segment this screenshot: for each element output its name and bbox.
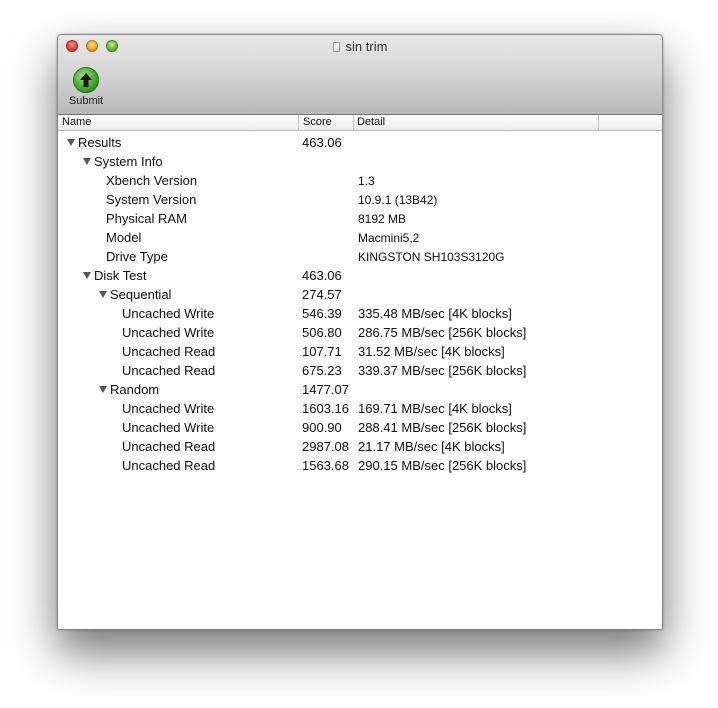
table-row[interactable]: Uncached Write 900.90 288.41 MB/sec [256K … bbox=[58, 419, 662, 438]
column-header-name[interactable]: Name bbox=[62, 116, 91, 128]
row-detail: 169.71 MB/sec [4K blocks] bbox=[358, 401, 512, 416]
row-detail: 21.17 MB/sec [4K blocks] bbox=[358, 439, 505, 454]
document-icon bbox=[332, 42, 340, 52]
row-name: Model bbox=[106, 230, 142, 245]
row-name: Results bbox=[78, 135, 122, 150]
row-name: Uncached Write bbox=[122, 420, 215, 435]
row-score: 900.90 bbox=[302, 420, 342, 435]
row-detail: 339.37 MB/sec [256K blocks] bbox=[358, 363, 527, 378]
table-row[interactable]: Uncached Write 546.39 335.48 MB/sec [4K bl… bbox=[58, 305, 662, 324]
column-divider[interactable] bbox=[298, 115, 299, 130]
outline-group-row[interactable]: Results 463.06 bbox=[58, 134, 662, 153]
disclosure-triangle-icon[interactable] bbox=[99, 291, 107, 298]
window-title: sin trim bbox=[58, 39, 662, 54]
row-name: Uncached Read bbox=[122, 458, 216, 473]
outline-group-row[interactable]: Sequential 274.57 bbox=[58, 286, 662, 305]
disclosure-triangle-icon[interactable] bbox=[99, 386, 107, 393]
row-score: 675.23 bbox=[302, 363, 342, 378]
row-detail: 10.9.1 (13B42) bbox=[358, 193, 438, 207]
row-detail: KINGSTON SH103S3120G bbox=[358, 250, 505, 264]
row-detail: 290.15 MB/sec [256K blocks] bbox=[358, 458, 527, 473]
column-header-score[interactable]: Score bbox=[303, 116, 332, 128]
row-detail: 288.41 MB/sec [256K blocks] bbox=[358, 420, 527, 435]
column-header-detail[interactable]: Detail bbox=[357, 116, 385, 128]
row-name: Uncached Read bbox=[122, 363, 216, 378]
row-score: 463.06 bbox=[302, 135, 342, 150]
table-row[interactable]: Uncached Write 1603.16 169.71 MB/sec [4K b… bbox=[58, 400, 662, 419]
table-row[interactable]: Drive Type KINGSTON SH103S3120G bbox=[58, 248, 662, 267]
submit-label: Submit bbox=[68, 95, 104, 107]
title-bar[interactable]: sin trim Submit bbox=[58, 35, 662, 115]
row-score: 2987.08 bbox=[302, 439, 349, 454]
column-divider[interactable] bbox=[598, 115, 599, 130]
table-row[interactable]: Xbench Version 1.3 bbox=[58, 172, 662, 191]
submit-arrow-icon bbox=[73, 67, 99, 93]
row-detail: 31.52 MB/sec [4K blocks] bbox=[358, 344, 505, 359]
row-name: Sequential bbox=[110, 287, 172, 302]
disclosure-triangle-icon[interactable] bbox=[83, 158, 91, 165]
table-row[interactable]: Uncached Read 1563.68 290.15 MB/sec [256K … bbox=[58, 457, 662, 476]
row-name: Physical RAM bbox=[106, 211, 187, 226]
row-name: Xbench Version bbox=[106, 173, 198, 188]
row-score: 107.71 bbox=[302, 344, 342, 359]
row-score: 1477.07 bbox=[302, 382, 349, 397]
table-row[interactable]: Uncached Read 107.71 31.52 MB/sec [4K bloc… bbox=[58, 343, 662, 362]
row-detail: 286.75 MB/sec [256K blocks] bbox=[358, 325, 527, 340]
table-body: Results 463.06 System Info Xbench Version 1.… bbox=[58, 131, 662, 476]
app-window: sin trim Submit Name Score Detail Result… bbox=[57, 34, 663, 630]
table-row[interactable]: Uncached Read 675.23 339.37 MB/sec [256K b… bbox=[58, 362, 662, 381]
row-name: Drive Type bbox=[106, 249, 168, 264]
outline-group-row[interactable]: Disk Test 463.06 bbox=[58, 267, 662, 286]
table-row[interactable]: Physical RAM 8192 MB bbox=[58, 210, 662, 229]
row-name: System Info bbox=[94, 154, 163, 169]
disclosure-triangle-icon[interactable] bbox=[83, 272, 91, 279]
row-detail: 8192 MB bbox=[358, 212, 407, 226]
row-detail: Macmini5,2 bbox=[358, 231, 420, 245]
row-name: Uncached Write bbox=[122, 325, 215, 340]
table-row[interactable]: System Version 10.9.1 (13B42) bbox=[58, 191, 662, 210]
row-name: Random bbox=[110, 382, 160, 397]
table-row[interactable]: Uncached Read 2987.08 21.17 MB/sec [4K blo… bbox=[58, 438, 662, 457]
row-score: 506.80 bbox=[302, 325, 342, 340]
row-name: System Version bbox=[106, 192, 197, 207]
row-score: 1603.16 bbox=[302, 401, 349, 416]
outline-group-row[interactable]: Random 1477.07 bbox=[58, 381, 662, 400]
row-score: 463.06 bbox=[302, 268, 342, 283]
submit-button[interactable]: Submit bbox=[64, 67, 108, 107]
row-score: 1563.68 bbox=[302, 458, 349, 473]
row-name: Uncached Read bbox=[122, 344, 216, 359]
row-name: Disk Test bbox=[94, 268, 147, 283]
results-outline-table: Name Score Detail Results 463.06 System In… bbox=[58, 115, 662, 476]
row-name: Uncached Write bbox=[122, 401, 215, 416]
column-divider[interactable] bbox=[353, 115, 354, 130]
row-name: Uncached Read bbox=[122, 439, 216, 454]
table-row[interactable]: Model Macmini5,2 bbox=[58, 229, 662, 248]
table-row[interactable]: Uncached Write 506.80 286.75 MB/sec [256K … bbox=[58, 324, 662, 343]
disclosure-triangle-icon[interactable] bbox=[67, 139, 75, 146]
row-score: 546.39 bbox=[302, 306, 342, 321]
row-name: Uncached Write bbox=[122, 306, 215, 321]
row-detail: 335.48 MB/sec [4K blocks] bbox=[358, 306, 512, 321]
outline-group-row[interactable]: System Info bbox=[58, 153, 662, 172]
table-header: Name Score Detail bbox=[58, 115, 662, 131]
row-score: 274.57 bbox=[302, 287, 342, 302]
row-detail: 1.3 bbox=[358, 174, 375, 188]
window-title-text: sin trim bbox=[345, 39, 388, 54]
